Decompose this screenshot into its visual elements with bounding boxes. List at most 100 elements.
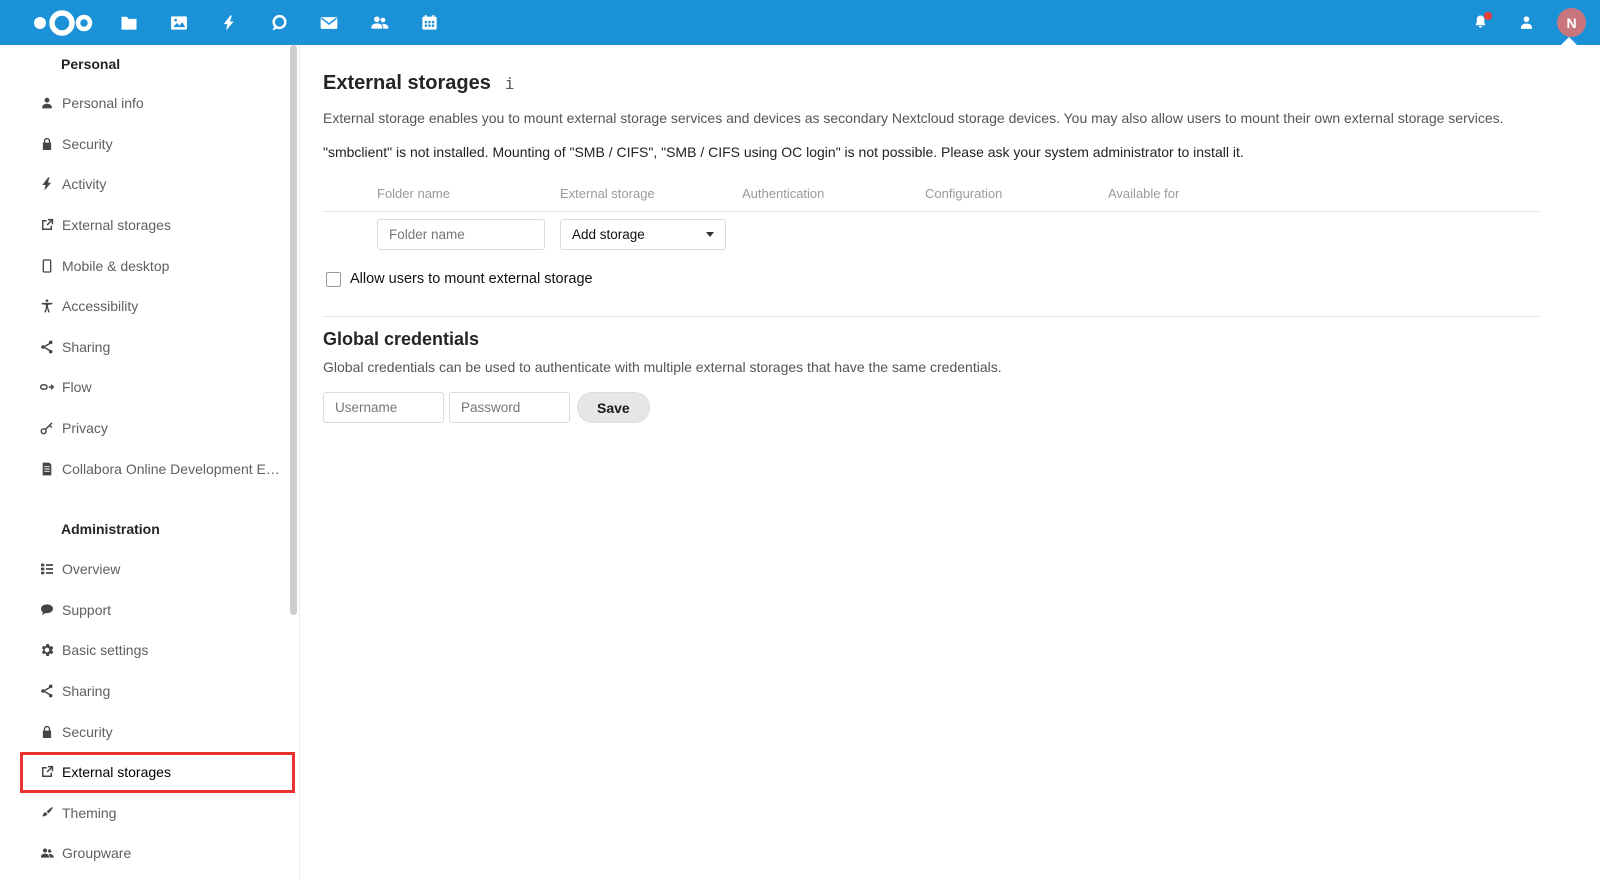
app-contacts[interactable] bbox=[354, 0, 404, 45]
sidebar-item-sharing-personal[interactable]: Sharing bbox=[0, 327, 299, 368]
sidebar-item-label: Groupware bbox=[62, 845, 132, 862]
page-title: External storages bbox=[323, 72, 491, 94]
flow-icon bbox=[38, 379, 55, 396]
sidebar-item-sharing-admin[interactable]: Sharing bbox=[0, 671, 299, 712]
folder-icon bbox=[121, 16, 137, 30]
sidebar-item-basic-settings[interactable]: Basic settings bbox=[0, 630, 299, 671]
document-icon bbox=[38, 460, 55, 477]
nextcloud-logo[interactable] bbox=[30, 8, 94, 38]
smbclient-warning: "smbclient" is not installed. Mounting o… bbox=[323, 144, 1244, 160]
save-button[interactable]: Save bbox=[577, 392, 650, 423]
sidebar-item-label: Collabora Online Development Edit... bbox=[62, 460, 293, 477]
external-link-icon bbox=[38, 764, 55, 781]
sidebar-item-collabora[interactable]: Collabora Online Development Edit... bbox=[0, 448, 299, 489]
sidebar-item-overview[interactable]: Overview bbox=[0, 549, 299, 590]
sidebar-item-label: Theming bbox=[62, 804, 117, 821]
phone-icon bbox=[38, 257, 55, 274]
sidebar-item-label: Privacy bbox=[62, 420, 108, 437]
sidebar-item-label: Accessibility bbox=[62, 298, 139, 315]
sidebar-item-label: Overview bbox=[62, 561, 121, 578]
sidebar-section-personal: Personal bbox=[61, 56, 121, 72]
external-link-icon bbox=[38, 217, 55, 234]
column-header-external-storage: External storage bbox=[560, 186, 655, 201]
calendar-icon bbox=[421, 14, 437, 30]
top-header-bar: N bbox=[0, 0, 1600, 46]
sidebar-item-label: External storages bbox=[62, 764, 171, 781]
info-icon[interactable]: i bbox=[505, 74, 515, 93]
overview-list-icon bbox=[38, 561, 55, 578]
column-header-configuration: Configuration bbox=[925, 186, 1003, 201]
section-divider bbox=[323, 316, 1540, 317]
sidebar-item-label: Sharing bbox=[62, 338, 111, 355]
app-mail[interactable] bbox=[304, 0, 354, 45]
avatar-menu-caret bbox=[1560, 37, 1578, 46]
column-header-folder-name: Folder name bbox=[377, 186, 450, 201]
app-calendar[interactable] bbox=[404, 0, 454, 45]
folder-name-input[interactable] bbox=[377, 219, 545, 250]
sidebar-item-support[interactable]: Support bbox=[0, 590, 299, 631]
global-credentials-form: Save bbox=[323, 392, 1540, 423]
sidebar-item-accessibility[interactable]: Accessibility bbox=[0, 286, 299, 327]
sidebar-item-label: Security bbox=[62, 723, 113, 740]
sidebar-item-groupware[interactable]: Groupware bbox=[0, 833, 299, 874]
column-header-authentication: Authentication bbox=[742, 186, 825, 201]
sidebar-item-personal-info[interactable]: Personal info bbox=[0, 83, 299, 124]
lock-icon bbox=[38, 135, 55, 152]
contacts-menu-button[interactable] bbox=[1511, 0, 1541, 45]
speech-bubble-icon bbox=[38, 601, 55, 618]
sidebar-item-external-storages-personal[interactable]: External storages bbox=[0, 205, 299, 246]
sidebar-item-privacy[interactable]: Privacy bbox=[0, 408, 299, 449]
sidebar-item-security-admin[interactable]: Security bbox=[0, 711, 299, 752]
share-icon bbox=[38, 338, 55, 355]
gear-icon bbox=[38, 642, 55, 659]
app-files[interactable] bbox=[104, 0, 154, 45]
sidebar-item-label: Sharing bbox=[62, 683, 111, 700]
username-input[interactable] bbox=[323, 392, 444, 423]
group-icon bbox=[38, 845, 55, 862]
sidebar-item-label: External storages bbox=[62, 217, 171, 234]
allow-users-label[interactable]: Allow users to mount external storage bbox=[350, 271, 593, 287]
app-activity[interactable] bbox=[204, 0, 254, 45]
sidebar-item-label: Personal info bbox=[62, 95, 144, 112]
bolt-icon bbox=[38, 176, 55, 193]
add-storage-selected-value: Add storage bbox=[572, 227, 645, 242]
sidebar-item-label: Flow bbox=[62, 379, 92, 396]
column-spacer bbox=[323, 180, 377, 211]
user-icon bbox=[38, 95, 55, 112]
user-avatar[interactable]: N bbox=[1557, 8, 1586, 37]
accessibility-icon bbox=[38, 298, 55, 315]
sidebar-section-administration: Administration bbox=[61, 520, 160, 537]
add-storage-select[interactable]: Add storage bbox=[560, 219, 726, 250]
people-icon bbox=[370, 16, 388, 29]
notification-dot bbox=[1484, 12, 1492, 20]
brush-icon bbox=[38, 804, 55, 821]
allow-users-row: Allow users to mount external storage bbox=[326, 271, 1540, 287]
chevron-down-icon bbox=[706, 232, 714, 237]
sidebar-item-theming[interactable]: Theming bbox=[0, 793, 299, 834]
app-talk[interactable] bbox=[254, 0, 304, 45]
sidebar-item-mobile-desktop[interactable]: Mobile & desktop bbox=[0, 245, 299, 286]
sidebar-item-security-personal[interactable]: Security bbox=[0, 124, 299, 165]
global-credentials-title: Global credentials bbox=[323, 329, 480, 349]
sidebar-item-external-storages-admin[interactable]: External storages bbox=[20, 751, 295, 793]
person-icon bbox=[1520, 16, 1532, 29]
notifications-button[interactable] bbox=[1465, 0, 1495, 45]
sidebar-item-activity[interactable]: Activity bbox=[0, 164, 299, 205]
password-input[interactable] bbox=[449, 392, 570, 423]
image-icon bbox=[171, 15, 187, 30]
sidebar-item-label: Mobile & desktop bbox=[62, 257, 170, 274]
app-photos[interactable] bbox=[154, 0, 204, 45]
sidebar-scrollbar[interactable] bbox=[290, 45, 297, 615]
column-header-available-for: Available for bbox=[1108, 186, 1180, 201]
sidebar-item-flow[interactable]: Flow bbox=[0, 367, 299, 408]
lock-icon bbox=[38, 723, 55, 740]
chat-bubble-icon bbox=[272, 14, 287, 30]
global-credentials-description: Global credentials can be used to authen… bbox=[323, 359, 1002, 375]
allow-users-checkbox[interactable] bbox=[326, 271, 341, 287]
app-menu bbox=[104, 0, 454, 45]
row-spacer bbox=[323, 212, 377, 250]
sidebar-item-label: Basic settings bbox=[62, 642, 149, 659]
sidebar-item-label: Security bbox=[62, 135, 113, 152]
bolt-icon bbox=[223, 15, 234, 30]
sidebar-item-label: Activity bbox=[62, 176, 107, 193]
